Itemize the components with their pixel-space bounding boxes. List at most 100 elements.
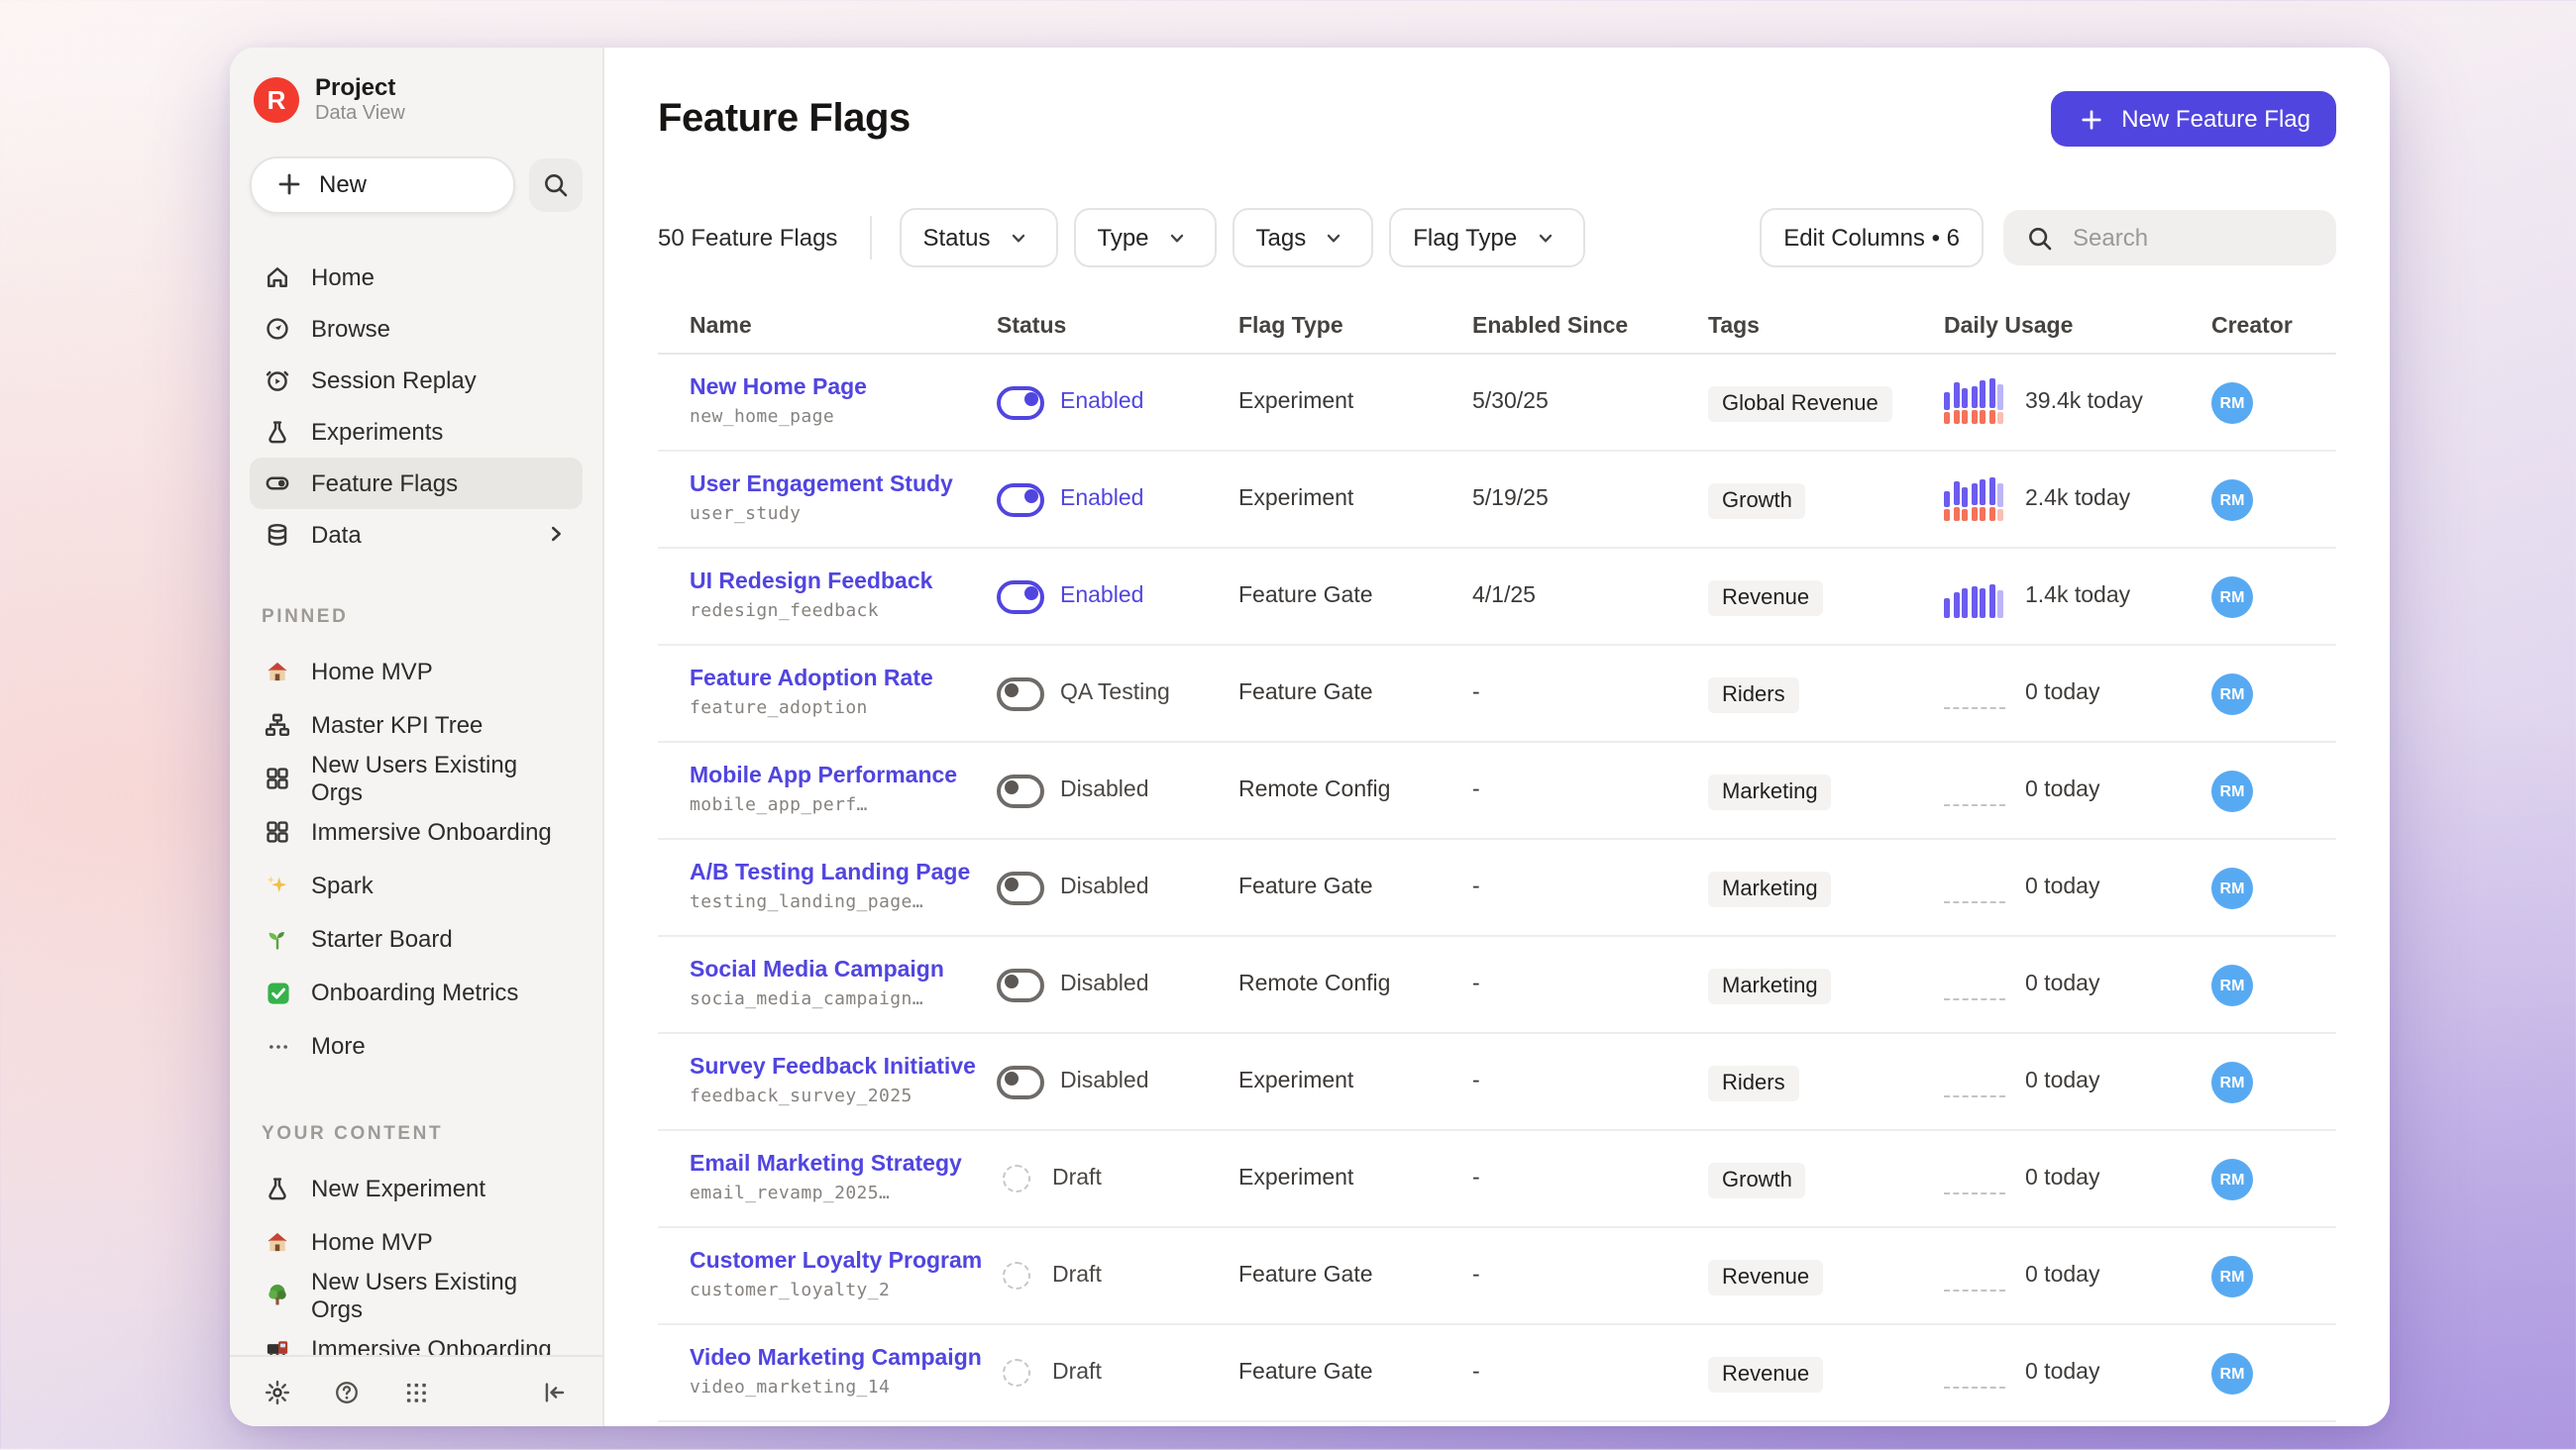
sidebar-item-browse[interactable]: Browse: [250, 303, 583, 355]
flag-name-link[interactable]: Email Marketing Strategy: [690, 1152, 997, 1180]
creator-avatar[interactable]: RM: [2211, 381, 2253, 423]
sidebar-item-new-users-existing-orgs[interactable]: New Users Existing Orgs: [250, 753, 583, 806]
creator-avatar[interactable]: RM: [2211, 575, 2253, 617]
sidebar-item-onboarding-metrics[interactable]: Onboarding Metrics: [250, 967, 583, 1020]
draft-status-icon[interactable]: [1003, 1359, 1030, 1387]
table-row[interactable]: Customer Loyalty Programcustomer_loyalty…: [658, 1228, 2336, 1325]
creator-avatar[interactable]: RM: [2211, 964, 2253, 1005]
status-toggle[interactable]: [997, 676, 1044, 710]
project-switcher[interactable]: R Project Data View: [250, 48, 583, 127]
table-row[interactable]: Video Marketing Campaignvideo_marketing_…: [658, 1325, 2336, 1422]
enabled-since-cell: -: [1472, 778, 1708, 802]
flag-name-link[interactable]: Video Marketing Campaign: [690, 1346, 997, 1374]
sidebar-item-home[interactable]: Home: [250, 252, 583, 303]
creator-avatar[interactable]: RM: [2211, 1061, 2253, 1102]
edit-columns-button[interactable]: Edit Columns • 6: [1760, 208, 1984, 267]
sidebar-item-new-experiment[interactable]: New Experiment: [250, 1163, 583, 1216]
sidebar-item-session-replay[interactable]: Session Replay: [250, 355, 583, 406]
flag-name-link[interactable]: Feature Adoption Rate: [690, 667, 997, 694]
creator-avatar[interactable]: RM: [2211, 867, 2253, 908]
creator-avatar[interactable]: RM: [2211, 770, 2253, 811]
column-header-creator: Creator: [2211, 315, 2336, 339]
sidebar-search-button[interactable]: [529, 158, 583, 212]
filter-tags[interactable]: Tags: [1233, 208, 1374, 267]
sidebar-item-master-kpi-tree[interactable]: Master KPI Tree: [250, 699, 583, 753]
spark-bar-purple: [1962, 487, 1968, 507]
column-header-status: Status: [997, 315, 1238, 339]
status-toggle[interactable]: [997, 579, 1044, 613]
new-feature-flag-button[interactable]: New Feature Flag: [2050, 91, 2336, 147]
table-row[interactable]: Feature Adoption Ratefeature_adoptionQA …: [658, 646, 2336, 743]
creator-cell: RM: [2211, 381, 2336, 423]
new-button[interactable]: New: [250, 156, 515, 214]
flag-name-link[interactable]: Survey Feedback Initiative: [690, 1055, 997, 1083]
flag-name-link[interactable]: New Home Page: [690, 375, 997, 403]
table-row[interactable]: UI Redesign Feedbackredesign_feedbackEna…: [658, 549, 2336, 646]
creator-avatar[interactable]: RM: [2211, 478, 2253, 520]
status-cell: QA Testing: [997, 676, 1238, 710]
sidebar-item-immersive-onboarding[interactable]: Immersive Onboarding: [250, 1323, 583, 1355]
sidebar-item-starter-board[interactable]: Starter Board: [250, 913, 583, 967]
sidebar-item-label: Home MVP: [311, 1229, 433, 1257]
sidebar-item-feature-flags[interactable]: Feature Flags: [250, 458, 583, 509]
spark-bar-orange: [1971, 507, 1977, 521]
flag-name-link[interactable]: Mobile App Performance: [690, 764, 997, 791]
table-row[interactable]: Survey Feedback Initiativefeedback_surve…: [658, 1034, 2336, 1131]
table-row[interactable]: Email Marketing Strategyemail_revamp_202…: [658, 1131, 2336, 1228]
flag-name-link[interactable]: Customer Loyalty Program: [690, 1249, 997, 1277]
sidebar-item-new-users-existing-orgs[interactable]: New Users Existing Orgs: [250, 1270, 583, 1323]
table-row[interactable]: User Engagement Studyuser_studyEnabledEx…: [658, 452, 2336, 549]
status-toggle[interactable]: [997, 482, 1044, 516]
sidebar-item-spark[interactable]: Spark: [250, 860, 583, 913]
table-row[interactable]: A/B Testing Landing Pagetesting_landing_…: [658, 840, 2336, 937]
creator-cell: RM: [2211, 673, 2336, 714]
sidebar-item-experiments[interactable]: Experiments: [250, 406, 583, 458]
spark-bar-purple: [1997, 590, 2003, 618]
sidebar-item-data[interactable]: Data: [250, 509, 583, 561]
tag-badge: Revenue: [1708, 1356, 1823, 1392]
draft-status-icon[interactable]: [1003, 1262, 1030, 1290]
spark-bar: [1962, 388, 1968, 424]
your-content-list: New Experiment Home MVP New Users Existing…: [250, 1163, 583, 1355]
creator-avatar[interactable]: RM: [2211, 1352, 2253, 1394]
apps-grid-button[interactable]: [392, 1368, 440, 1415]
status-toggle[interactable]: [997, 968, 1044, 1001]
filter-flag-type[interactable]: Flag Type: [1389, 208, 1584, 267]
collapse-sidebar-button[interactable]: [531, 1368, 579, 1415]
status-toggle[interactable]: [997, 385, 1044, 419]
status-toggle[interactable]: [997, 1065, 1044, 1098]
spark-bar: [1988, 477, 1994, 521]
status-label: Draft: [1052, 1264, 1102, 1288]
daily-usage-cell: 0 today: [1944, 1254, 2211, 1297]
status-toggle[interactable]: [997, 871, 1044, 904]
flag-name-link[interactable]: User Engagement Study: [690, 472, 997, 500]
creator-avatar[interactable]: RM: [2211, 1158, 2253, 1199]
flag-name-link[interactable]: A/B Testing Landing Page: [690, 861, 997, 888]
name-cell: User Engagement Studyuser_study: [690, 472, 997, 526]
table-search-input[interactable]: [2069, 222, 2316, 254]
status-toggle[interactable]: [997, 774, 1044, 807]
sidebar-item-home-mvp[interactable]: Home MVP: [250, 646, 583, 699]
settings-button[interactable]: [254, 1368, 301, 1415]
filter-type[interactable]: Type: [1074, 208, 1217, 267]
usage-empty-sparkline: [1944, 866, 2011, 909]
table-row[interactable]: New Home Pagenew_home_pageEnabledExperim…: [658, 355, 2336, 452]
draft-status-icon[interactable]: [1003, 1165, 1030, 1192]
usage-count: 0 today: [2025, 681, 2099, 705]
creator-avatar[interactable]: RM: [2211, 673, 2253, 714]
creator-cell: RM: [2211, 1061, 2336, 1102]
sidebar-item-more[interactable]: More: [250, 1020, 583, 1074]
creator-avatar[interactable]: RM: [2211, 1255, 2253, 1296]
flag-name-link[interactable]: Social Media Campaign: [690, 958, 997, 985]
new-feature-flag-label: New Feature Flag: [2121, 105, 2310, 133]
table-row[interactable]: Mobile App Performancemobile_app_perf…Di…: [658, 743, 2336, 840]
sidebar-item-immersive-onboarding[interactable]: Immersive Onboarding: [250, 806, 583, 860]
filter-status[interactable]: Status: [899, 208, 1057, 267]
spark-bar-purple: [1971, 586, 1977, 618]
spark-bar-purple: [1962, 388, 1968, 408]
flag-name-link[interactable]: UI Redesign Feedback: [690, 570, 997, 597]
help-button[interactable]: [323, 1368, 371, 1415]
dashboard-grid-icon: [262, 764, 293, 795]
sidebar-item-home-mvp[interactable]: Home MVP: [250, 1216, 583, 1270]
table-row[interactable]: Social Media Campaignsocia_media_campaig…: [658, 937, 2336, 1034]
